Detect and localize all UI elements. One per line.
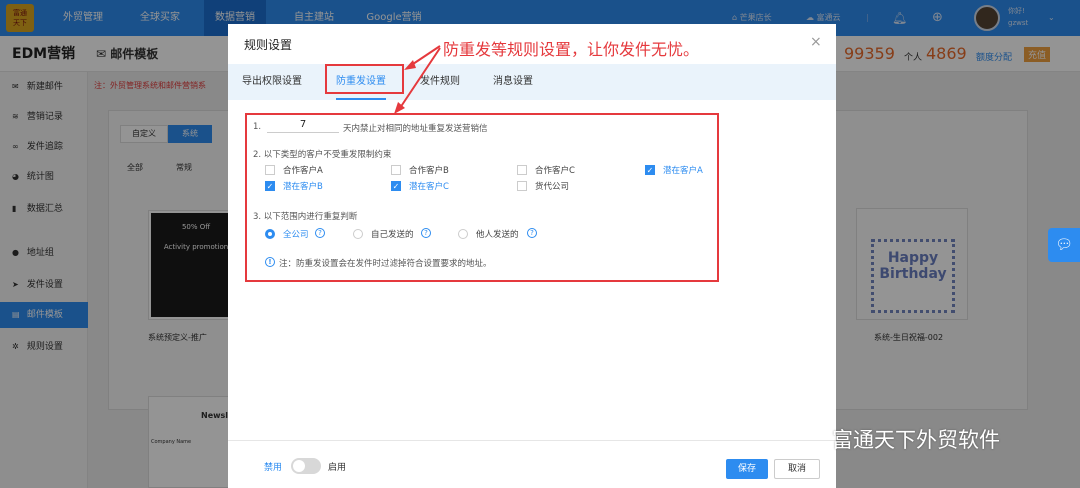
checkbox-prospect-b[interactable]: ✓ xyxy=(265,181,275,191)
help-icon[interactable]: ? xyxy=(421,228,431,238)
annotation-highlight-box xyxy=(325,64,404,94)
toggle-knob xyxy=(293,460,305,472)
modal-tab-bar: 导出权限设置 防重发设置 发件规则 消息设置 xyxy=(228,64,836,100)
radio-whole-company[interactable] xyxy=(265,229,275,239)
save-button[interactable]: 保存 xyxy=(726,459,768,479)
toggle-off-label: 禁用 xyxy=(264,463,283,473)
footer-divider xyxy=(228,440,836,441)
checkbox-forwarder[interactable] xyxy=(517,181,527,191)
checkbox-label: 货代公司 xyxy=(535,182,570,192)
chat-icon[interactable]: 💬︎ xyxy=(1048,228,1080,262)
checkbox-label: 潜在客户C xyxy=(409,182,449,192)
radio-label: 自己发送的 xyxy=(371,230,414,240)
tab-send-rules[interactable]: 发件规则 xyxy=(420,64,460,100)
checkbox-prospect-a[interactable]: ✓ xyxy=(645,165,655,175)
checkbox-partner-a[interactable] xyxy=(265,165,275,175)
checkbox-label: 合作客户C xyxy=(535,166,575,176)
checkbox-partner-b[interactable] xyxy=(391,165,401,175)
modal-title: 规则设置 xyxy=(244,38,293,52)
note-text: 注：防重发设置会在发件时过滤掉符合设置要求的地址。 xyxy=(279,259,492,269)
tab-message-settings[interactable]: 消息设置 xyxy=(493,64,533,100)
close-icon[interactable]: × xyxy=(810,34,822,50)
radio-label: 全公司 xyxy=(283,230,309,240)
enable-toggle[interactable] xyxy=(291,458,321,474)
checkbox-label: 潜在客户A xyxy=(663,166,703,176)
anti-resend-settings: 1. 7 天内禁止对相同的地址重复发送营销信 2. 以下类型的客户不受重发限制约… xyxy=(245,113,719,282)
radio-label: 他人发送的 xyxy=(476,230,519,240)
rule2-title: 2. 以下类型的客户不受重发限制约束 xyxy=(253,150,392,160)
toggle-on-label: 启用 xyxy=(328,463,347,473)
checkbox-label: 潜在客户B xyxy=(283,182,323,192)
rules-settings-modal: 规则设置 × 导出权限设置 防重发设置 发件规则 消息设置 1. 7 天内禁止对… xyxy=(228,24,836,488)
checkbox-label: 合作客户A xyxy=(283,166,323,176)
checkbox-label: 合作客户B xyxy=(409,166,449,176)
watermark-text: 富通天下外贸软件 xyxy=(832,428,1000,452)
checkbox-partner-c[interactable] xyxy=(517,165,527,175)
rule1-number: 1. xyxy=(253,122,262,132)
checkbox-prospect-c[interactable]: ✓ xyxy=(391,181,401,191)
help-icon[interactable]: ? xyxy=(315,228,325,238)
annotation-text: 防重发等规则设置，让你发件无忧。 xyxy=(443,40,700,59)
days-input[interactable]: 7 xyxy=(267,119,339,133)
radio-self-sent[interactable] xyxy=(353,229,363,239)
help-icon[interactable]: ? xyxy=(527,228,537,238)
wechat-icon: ✿ xyxy=(780,420,799,445)
radio-others-sent[interactable] xyxy=(458,229,468,239)
tab-export-permissions[interactable]: 导出权限设置 xyxy=(242,64,302,100)
rule1-text: 天内禁止对相同的地址重复发送营销信 xyxy=(343,124,488,134)
info-icon: ! xyxy=(265,257,275,267)
cancel-button[interactable]: 取消 xyxy=(774,459,820,479)
rule3-title: 3. 以下范围内进行重复判断 xyxy=(253,212,358,222)
